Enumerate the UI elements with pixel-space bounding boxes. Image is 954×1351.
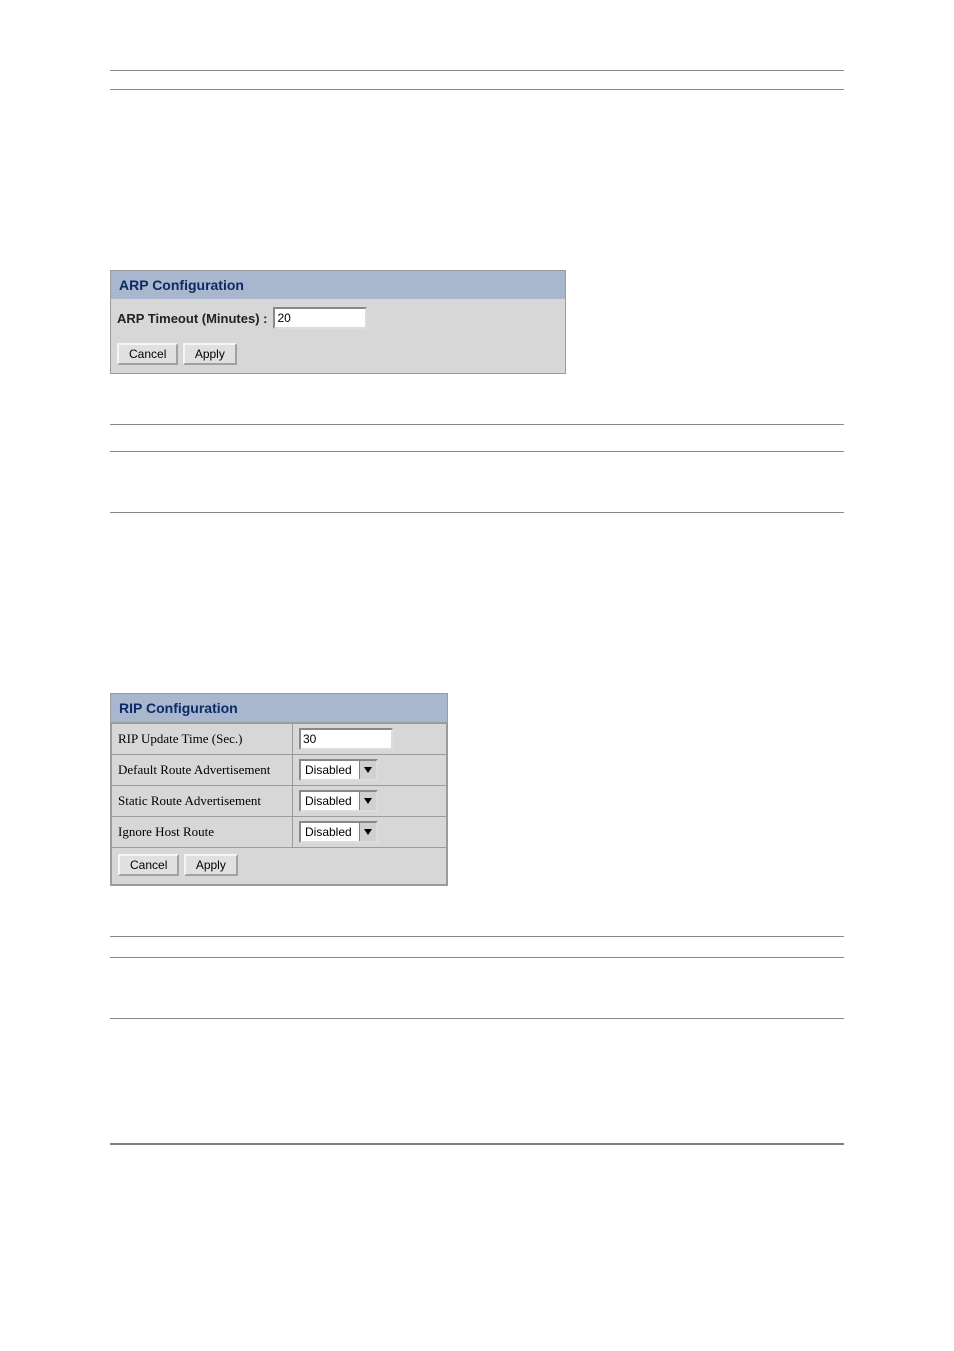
- chevron-down-icon: [359, 792, 376, 810]
- table-row: Static Route Advertisement Disabled: [112, 786, 447, 817]
- table-row: RIP Update Time (Sec.): [112, 724, 447, 755]
- select-value: Disabled: [301, 761, 359, 779]
- default-route-label: Default Route Advertisement: [112, 755, 293, 786]
- footer-divider: [110, 1143, 844, 1145]
- select-value: Disabled: [301, 823, 359, 841]
- table-row: Ignore Host Route Disabled: [112, 817, 447, 848]
- rip-config-panel: RIP Configuration RIP Update Time (Sec.)…: [110, 693, 448, 886]
- arp-timeout-label: ARP Timeout (Minutes) :: [115, 311, 267, 326]
- arp-config-panel: ARP Configuration ARP Timeout (Minutes) …: [110, 270, 566, 374]
- static-route-select[interactable]: Disabled: [299, 790, 378, 812]
- divider: [110, 89, 844, 90]
- select-value: Disabled: [301, 792, 359, 810]
- table-row: Default Route Advertisement Disabled: [112, 755, 447, 786]
- rip-panel-title: RIP Configuration: [111, 694, 447, 723]
- cancel-button[interactable]: Cancel: [118, 854, 179, 876]
- static-route-label: Static Route Advertisement: [112, 786, 293, 817]
- divider: [110, 512, 844, 513]
- rip-update-time-input[interactable]: [299, 728, 393, 750]
- chevron-down-icon: [359, 761, 376, 779]
- ignore-host-route-select[interactable]: Disabled: [299, 821, 378, 843]
- apply-button[interactable]: Apply: [183, 343, 237, 365]
- default-route-select[interactable]: Disabled: [299, 759, 378, 781]
- rip-update-time-label: RIP Update Time (Sec.): [112, 724, 293, 755]
- arp-timeout-input[interactable]: [273, 307, 367, 329]
- chevron-down-icon: [359, 823, 376, 841]
- arp-panel-title: ARP Configuration: [111, 271, 565, 299]
- ignore-host-route-label: Ignore Host Route: [112, 817, 293, 848]
- apply-button[interactable]: Apply: [184, 854, 238, 876]
- cancel-button[interactable]: Cancel: [117, 343, 178, 365]
